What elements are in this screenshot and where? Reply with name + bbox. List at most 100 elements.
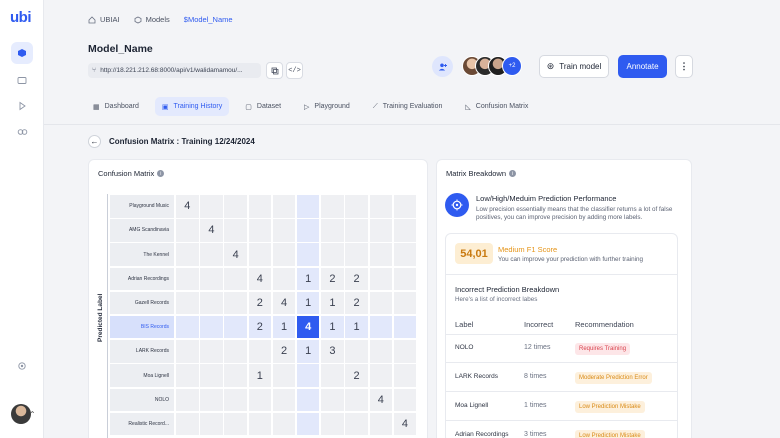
matrix-row-label[interactable]: Playground Music xyxy=(110,195,174,218)
matrix-cell[interactable] xyxy=(369,267,392,291)
matrix-cell[interactable] xyxy=(321,195,344,218)
matrix-cell[interactable] xyxy=(200,243,223,266)
matrix-cell[interactable] xyxy=(224,388,247,411)
matrix-cell[interactable] xyxy=(272,364,296,387)
matrix-cell[interactable] xyxy=(176,219,199,242)
matrix-cell[interactable] xyxy=(393,364,417,387)
matrix-cell[interactable] xyxy=(272,195,296,218)
matrix-cell[interactable] xyxy=(296,243,320,266)
matrix-cell[interactable] xyxy=(224,315,247,339)
matrix-cell[interactable] xyxy=(393,315,417,339)
matrix-row-label[interactable]: Gazell Records xyxy=(110,291,174,315)
matrix-cell[interactable] xyxy=(393,243,417,266)
matrix-cell[interactable] xyxy=(345,412,368,436)
matrix-cell[interactable] xyxy=(296,195,320,218)
matrix-cell[interactable]: 2 xyxy=(248,315,272,339)
matrix-cell[interactable] xyxy=(248,195,272,218)
user-avatar[interactable] xyxy=(11,404,31,424)
matrix-cell[interactable] xyxy=(248,388,272,411)
matrix-row-label[interactable]: Realistic Record... xyxy=(110,412,174,436)
copy-button[interactable] xyxy=(266,62,283,79)
matrix-cell[interactable] xyxy=(272,412,296,436)
matrix-row-label[interactable]: The Kennel xyxy=(110,243,174,266)
matrix-cell[interactable] xyxy=(345,388,368,411)
play-nav-icon[interactable] xyxy=(11,95,33,117)
matrix-cell[interactable] xyxy=(296,388,320,411)
matrix-cell[interactable] xyxy=(200,195,223,218)
matrix-cell[interactable] xyxy=(369,412,392,436)
matrix-cell[interactable] xyxy=(224,267,247,291)
matrix-cell[interactable] xyxy=(272,267,296,291)
matrix-cell[interactable]: 4 xyxy=(200,219,223,242)
matrix-cell[interactable] xyxy=(224,412,247,436)
info-icon[interactable]: i xyxy=(509,170,517,177)
matrix-cell[interactable] xyxy=(321,243,344,266)
matrix-cell[interactable] xyxy=(369,364,392,387)
matrix-cell[interactable] xyxy=(200,340,223,363)
matrix-cell[interactable] xyxy=(393,340,417,363)
matrix-cell[interactable] xyxy=(224,195,247,218)
chevron-up-icon[interactable]: ⌃ xyxy=(29,410,36,419)
matrix-cell[interactable] xyxy=(345,340,368,363)
matrix-cell[interactable] xyxy=(200,388,223,411)
link-nav-icon[interactable] xyxy=(11,121,33,143)
matrix-cell[interactable]: 2 xyxy=(345,267,368,291)
matrix-cell[interactable] xyxy=(224,364,247,387)
matrix-cell[interactable] xyxy=(200,364,223,387)
matrix-cell[interactable] xyxy=(200,412,223,436)
matrix-cell[interactable] xyxy=(176,388,199,411)
matrix-cell[interactable]: 4 xyxy=(176,195,199,218)
matrix-cell[interactable] xyxy=(296,364,320,387)
matrix-cell[interactable]: 1 xyxy=(296,267,320,291)
matrix-cell[interactable]: 1 xyxy=(321,291,344,315)
tab-dataset[interactable]: ▢ Dataset xyxy=(238,97,288,116)
matrix-cell[interactable] xyxy=(248,243,272,266)
annotate-button[interactable]: Annotate xyxy=(618,55,667,78)
matrix-cell[interactable] xyxy=(393,388,417,411)
matrix-cell[interactable]: 1 xyxy=(272,315,296,339)
matrix-cell[interactable]: 1 xyxy=(345,315,368,339)
matrix-cell[interactable]: 4 xyxy=(248,267,272,291)
tab-training-history[interactable]: ▣ Training History xyxy=(154,97,230,116)
breadcrumb-item-current[interactable]: $Model_Name xyxy=(184,15,233,24)
matrix-row-label[interactable]: Moa Lignell xyxy=(110,364,174,387)
matrix-cell[interactable] xyxy=(176,340,199,363)
matrix-cell[interactable] xyxy=(224,219,247,242)
matrix-cell[interactable]: 1 xyxy=(296,340,320,363)
matrix-cell[interactable] xyxy=(393,267,417,291)
matrix-row-label[interactable]: LARK Records xyxy=(110,340,174,363)
tab-confusion-matrix[interactable]: ◺ Confusion Matrix xyxy=(458,97,535,116)
matrix-cell[interactable] xyxy=(369,340,392,363)
matrix-cell[interactable] xyxy=(321,364,344,387)
breadcrumb-item-models[interactable]: Models xyxy=(134,15,170,24)
matrix-cell[interactable] xyxy=(369,291,392,315)
folder-nav-icon[interactable] xyxy=(11,69,33,91)
settings-gear-icon[interactable] xyxy=(11,355,33,377)
matrix-row-label[interactable]: Adrian Recordings xyxy=(110,267,174,291)
matrix-cell[interactable] xyxy=(393,195,417,218)
matrix-cell[interactable] xyxy=(176,412,199,436)
matrix-cell[interactable] xyxy=(345,195,368,218)
more-options-button[interactable]: ⋮ xyxy=(675,55,693,78)
matrix-cell[interactable]: 4 xyxy=(272,291,296,315)
matrix-cell[interactable] xyxy=(296,219,320,242)
matrix-cell[interactable] xyxy=(345,219,368,242)
matrix-cell[interactable] xyxy=(200,315,223,339)
matrix-cell[interactable] xyxy=(321,388,344,411)
matrix-cell[interactable]: 1 xyxy=(248,364,272,387)
matrix-cell[interactable] xyxy=(321,412,344,436)
matrix-cell[interactable]: 4 xyxy=(224,243,247,266)
matrix-cell[interactable] xyxy=(176,267,199,291)
add-user-button[interactable] xyxy=(432,56,453,77)
matrix-cell[interactable] xyxy=(272,388,296,411)
matrix-cell[interactable]: 4 xyxy=(369,388,392,411)
matrix-cell[interactable] xyxy=(200,267,223,291)
matrix-cell[interactable]: 1 xyxy=(296,291,320,315)
matrix-cell[interactable] xyxy=(176,243,199,266)
matrix-cell[interactable]: 2 xyxy=(345,291,368,315)
code-button[interactable]: </> xyxy=(286,62,303,79)
breadcrumb-item-home[interactable]: UBIAI xyxy=(88,15,120,24)
matrix-cell[interactable]: 2 xyxy=(248,291,272,315)
matrix-cell[interactable] xyxy=(176,364,199,387)
tab-training-evaluation[interactable]: ⟋ Training Evaluation xyxy=(366,97,450,116)
